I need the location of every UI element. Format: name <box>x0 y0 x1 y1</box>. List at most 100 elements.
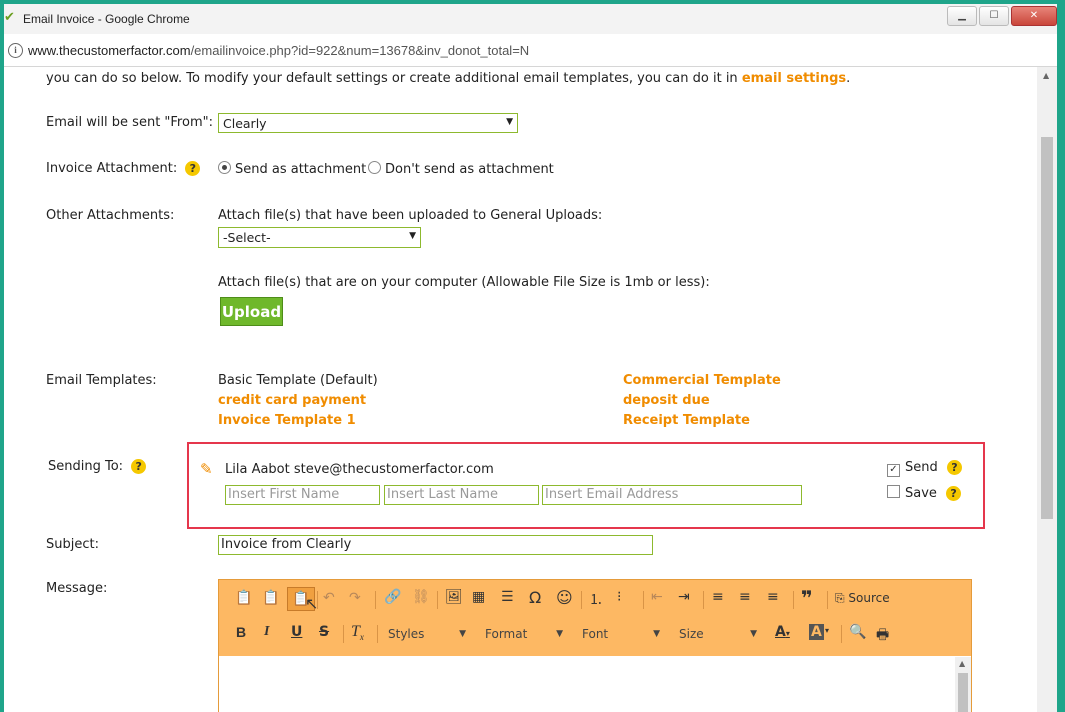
unlink-icon[interactable]: ⛓ <box>412 589 430 605</box>
strike-icon[interactable]: S <box>319 624 329 640</box>
send-label: Send <box>905 460 938 475</box>
chevron-down-icon[interactable]: ▾ <box>825 626 829 635</box>
paste-text-icon[interactable]: 📋 <box>262 590 279 606</box>
styles-label: Styles <box>388 627 425 641</box>
table-icon[interactable]: ▦ <box>472 589 485 605</box>
page-scrollbar[interactable]: ▲ <box>1037 67 1057 712</box>
general-uploads-value: -Select- <box>223 230 271 245</box>
url-domain: www.thecustomerfactor.com <box>28 43 191 58</box>
message-label: Message: <box>46 581 108 596</box>
pencil-icon[interactable]: ✎ <box>200 460 213 478</box>
url-path: /emailinvoice.php?id=922&num=13678&inv_d… <box>190 43 530 58</box>
radio-unselected-icon[interactable] <box>368 161 381 174</box>
template-deposit-due[interactable]: deposit due <box>623 393 710 408</box>
general-uploads-label: Attach file(s) that have been uploaded t… <box>218 208 603 223</box>
maximize-icon[interactable]: ☐ <box>979 6 1009 26</box>
radio-selected-icon[interactable] <box>218 161 231 174</box>
font-label: Font <box>582 627 609 641</box>
email-address-input[interactable]: Insert Email Address <box>542 485 802 505</box>
toolbar-separator <box>703 591 704 609</box>
checkbox-unchecked-icon[interactable] <box>887 485 900 498</box>
size-dropdown[interactable]: Size ▼ <box>679 627 757 641</box>
background-color-icon[interactable]: A <box>809 624 824 640</box>
undo-icon[interactable]: ↶ <box>323 590 335 606</box>
general-uploads-select[interactable]: -Select- ▼ <box>218 227 421 248</box>
align-left-icon[interactable]: ≡ <box>712 589 724 605</box>
bulleted-list-icon[interactable]: ⁝ <box>617 589 621 605</box>
template-basic[interactable]: Basic Template (Default) <box>218 373 378 388</box>
print-icon[interactable]: 🖶 <box>876 624 889 648</box>
from-select[interactable]: Clearly Services/support@thecustomerfact… <box>218 113 518 133</box>
other-attachments-label: Other Attachments: <box>46 208 175 223</box>
email-settings-link[interactable]: email settings <box>742 71 846 86</box>
editor-toolbar: 📋 📋 📋 ↖ ↶ ↷ 🔗 ⛓ 🖼 ▦ ☰ Ω ☺ ⒈ ⁝ ⇤ ⇥ ≡ ≡ ≡ … <box>219 580 971 656</box>
smiley-icon[interactable]: ☺ <box>556 588 573 607</box>
page-scroll-thumb[interactable] <box>1041 137 1053 519</box>
chevron-down-icon: ▼ <box>409 231 416 241</box>
omega-icon[interactable]: Ω <box>529 588 541 607</box>
window-controls: ▁ ☐ ✕ <box>945 6 1057 26</box>
italic-icon[interactable]: I <box>264 624 269 640</box>
chevron-down-icon: ▼ <box>750 629 757 639</box>
intro-body: you can do so below. To modify your defa… <box>46 71 742 86</box>
last-name-input[interactable]: Insert Last Name <box>384 485 539 505</box>
close-icon[interactable]: ✕ <box>1011 6 1057 26</box>
template-commercial[interactable]: Commercial Template <box>623 373 781 388</box>
intro-end: . <box>846 71 851 86</box>
styles-dropdown[interactable]: Styles ▼ <box>388 627 466 641</box>
source-icon: ⎘ <box>835 591 849 605</box>
editor-scroll-thumb[interactable] <box>958 673 968 712</box>
image-icon[interactable]: 🖼 <box>445 589 463 605</box>
radio-dont-send-attachment[interactable]: Don't send as attachment <box>368 161 554 177</box>
subject-input[interactable]: Invoice from Clearly <box>218 535 653 555</box>
link-icon[interactable]: 🔗 <box>384 589 401 605</box>
attachment-label-text: Invoice Attachment: <box>46 161 178 176</box>
help-icon[interactable]: ? <box>946 460 962 475</box>
font-dropdown[interactable]: Font ▼ <box>582 627 660 641</box>
upload-button[interactable]: Upload <box>220 297 283 326</box>
first-name-input[interactable]: Insert First Name <box>225 485 380 505</box>
text-color-icon[interactable]: A▾ <box>775 624 790 640</box>
horizontal-line-icon[interactable]: ☰ <box>501 589 514 605</box>
outdent-icon[interactable]: ⇤ <box>651 589 663 605</box>
url-text[interactable]: www.thecustomerfactor.com/emailinvoice.p… <box>28 43 529 58</box>
redo-icon[interactable]: ↷ <box>349 590 361 606</box>
underline-icon[interactable]: U <box>291 624 302 640</box>
numbered-list-icon[interactable]: ⒈ <box>589 589 603 609</box>
page-content: you can do so below. To modify your defa… <box>4 67 1037 712</box>
templates-label: Email Templates: <box>46 373 157 388</box>
chevron-down-icon: ▼ <box>653 629 660 639</box>
paste-icon[interactable]: 📋 <box>235 590 252 606</box>
bold-icon[interactable]: B <box>236 624 246 640</box>
toolbar-separator <box>841 625 842 643</box>
clear-format-icon[interactable]: Tx <box>351 623 364 642</box>
message-editor[interactable]: 📋 📋 📋 ↖ ↶ ↷ 🔗 ⛓ 🖼 ▦ ☰ Ω ☺ ⒈ ⁝ ⇤ ⇥ ≡ ≡ ≡ … <box>218 579 972 712</box>
radio-send-attachment[interactable]: Send as attachment <box>218 161 366 177</box>
scroll-up-icon[interactable]: ▲ <box>1043 71 1049 80</box>
address-bar[interactable]: i www.thecustomerfactor.com/emailinvoice… <box>4 34 1057 67</box>
size-label: Size <box>679 627 704 641</box>
info-icon[interactable]: i <box>8 43 23 58</box>
help-icon[interactable]: ? <box>131 459 147 474</box>
preview-icon[interactable]: 🔍 <box>849 624 866 640</box>
scroll-up-icon[interactable]: ▲ <box>959 659 965 668</box>
source-button[interactable]: ⎘ Source <box>835 591 890 606</box>
indent-icon[interactable]: ⇥ <box>678 589 690 605</box>
editor-scrollbar[interactable]: ▲ <box>955 657 971 712</box>
save-checkbox[interactable]: Save ? <box>887 485 962 501</box>
align-right-icon[interactable]: ≡ <box>767 589 779 605</box>
toolbar-separator <box>317 591 318 609</box>
template-credit-card[interactable]: credit card payment <box>218 393 366 408</box>
format-dropdown[interactable]: Format ▼ <box>485 627 563 641</box>
checkbox-checked-icon[interactable]: ✓ <box>887 464 900 477</box>
blockquote-icon[interactable]: ❞ <box>801 586 813 610</box>
template-receipt[interactable]: Receipt Template <box>623 413 750 428</box>
subject-label: Subject: <box>46 537 99 552</box>
help-icon[interactable]: ? <box>185 161 201 176</box>
send-checkbox[interactable]: ✓ Send ? <box>887 460 962 477</box>
help-icon[interactable]: ? <box>946 486 962 501</box>
align-center-icon[interactable]: ≡ <box>739 589 751 605</box>
from-select-value: Clearly Services/support@thecustomerfact… <box>223 116 466 132</box>
minimize-icon[interactable]: ▁ <box>947 6 977 26</box>
template-invoice-1[interactable]: Invoice Template 1 <box>218 413 356 428</box>
